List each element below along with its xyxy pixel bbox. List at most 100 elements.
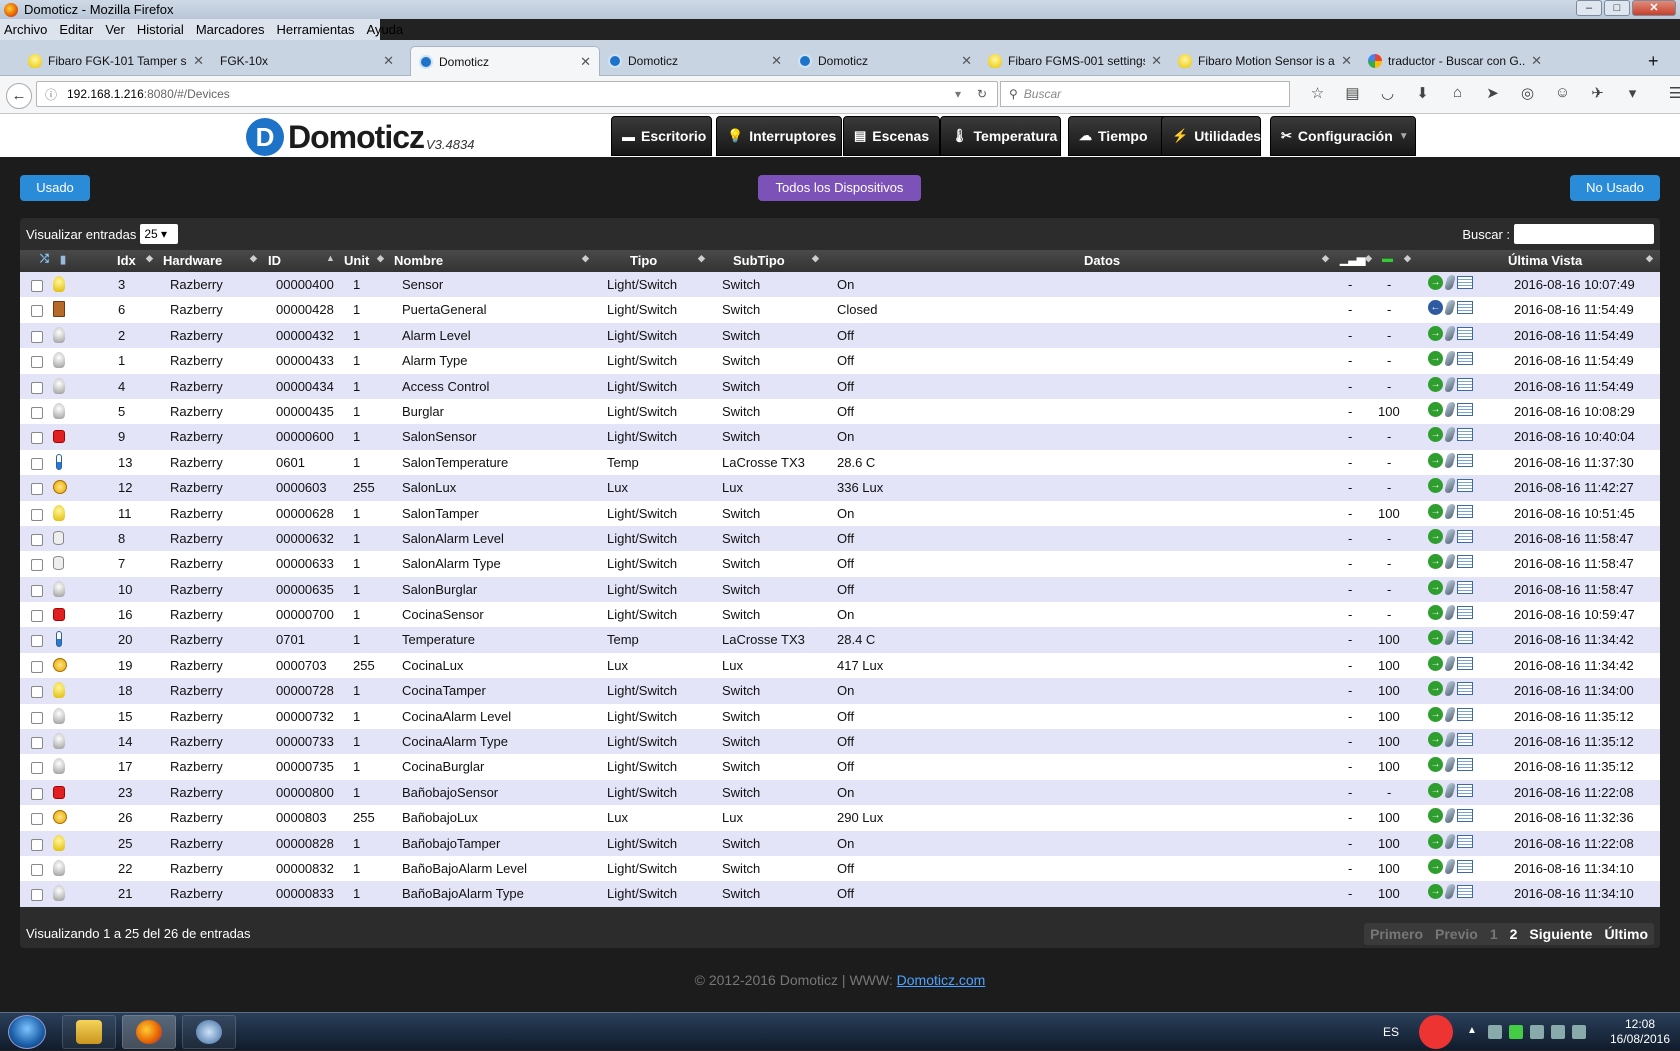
sort-icon[interactable]: ◆ [377,253,384,264]
add-device-icon[interactable]: → [1428,681,1443,697]
edit-pencil-icon[interactable] [1443,681,1457,697]
menu-item[interactable]: Marcadores [196,22,265,37]
browser-tab[interactable]: Domoticz ✕ [790,46,980,76]
add-device-icon[interactable]: → [1428,732,1443,748]
add-device-icon[interactable]: → [1428,579,1443,595]
log-icon[interactable] [1457,580,1473,594]
browser-tab[interactable]: Fibaro FGK-101 Tamper s... ✕ [20,46,212,76]
sort-icon[interactable]: ◆ [1646,253,1653,264]
row-checkbox[interactable] [31,787,43,800]
sort-icon[interactable]: ◆ [1322,253,1329,264]
pocket-icon[interactable]: ◡ [1370,84,1405,102]
add-device-icon[interactable]: → [1428,325,1443,341]
browser-tab[interactable]: traductor - Buscar con G... ✕ [1360,46,1550,76]
row-checkbox[interactable] [31,457,43,470]
log-icon[interactable] [1457,682,1473,696]
used-button[interactable]: Usado [20,175,90,201]
log-icon[interactable] [1457,656,1473,670]
edit-pencil-icon[interactable] [1443,401,1457,417]
edit-pencil-icon[interactable] [1443,884,1457,900]
col-idx[interactable]: Idx [117,253,136,268]
url-bar[interactable]: ⓘ 192.168.1.216:8080/#/Devices ▾ ↻ [36,81,998,107]
table-row[interactable]: 11 Razberry 00000628 1 SalonTamper Light/Swit… [20,500,1660,526]
browser-tab[interactable]: Domoticz ✕ [600,46,790,76]
row-checkbox[interactable] [31,711,43,724]
add-device-icon[interactable]: → [1428,808,1443,824]
taskbar-app[interactable] [182,1015,236,1049]
row-checkbox[interactable] [31,432,43,445]
log-icon[interactable] [1457,276,1473,289]
extension-icon[interactable]: ✈ [1580,84,1615,102]
col-unit[interactable]: Unit [344,253,369,268]
table-row[interactable]: 13 Razberry 0601 1 SalonTemperature Temp LaCro… [20,449,1660,476]
sort-icon[interactable]: ◆ [250,253,257,264]
close-tab-icon[interactable]: ✕ [1531,53,1542,69]
browser-tab[interactable]: Fibaro FGMS-001 settings... ✕ [980,46,1170,76]
add-device-icon[interactable]: → [1428,401,1443,417]
log-icon[interactable] [1457,834,1473,848]
maximize-button[interactable]: □ [1604,0,1630,16]
close-tab-icon[interactable]: ✕ [1341,53,1352,69]
table-row[interactable]: 16 Razberry 00000700 1 CocinaSensor Light/Swi… [20,602,1660,628]
log-icon[interactable] [1457,326,1473,340]
menu-item[interactable]: Ayuda [366,22,403,37]
table-row[interactable]: 5 Razberry 00000435 1 Burglar Light/Switch Swi… [20,398,1660,425]
nav-bulb[interactable]: 💡 Interruptores [716,116,842,156]
row-checkbox[interactable] [31,762,43,775]
windows-flag-icon[interactable] [1488,1025,1502,1039]
table-row[interactable]: 4 Razberry 00000434 1 Access Control Light/Sw… [20,373,1660,399]
row-checkbox[interactable] [31,356,43,369]
table-row[interactable]: 15 Razberry 00000732 1 CocinaAlarm Level Ligh… [20,703,1660,730]
browser-tab[interactable]: Domoticz ✕ [410,46,600,76]
edit-pencil-icon[interactable] [1443,782,1457,798]
clock[interactable]: 12:08 16/08/2016 [1600,1017,1680,1047]
add-device-icon[interactable]: → [1428,554,1443,570]
nav-tools[interactable]: ✂ Configuración ▼ [1270,116,1416,156]
table-row[interactable]: 2 Razberry 00000432 1 Alarm Level Light/Switc… [20,322,1660,349]
add-device-icon[interactable]: → [1428,782,1443,798]
table-row[interactable]: 7 Razberry 00000633 1 SalonAlarm Type Light/S… [20,551,1660,577]
add-device-icon[interactable]: → [1428,427,1443,443]
tray-chevron-icon[interactable]: ▲ [1467,1025,1481,1039]
close-tab-icon[interactable]: ✕ [383,53,394,69]
sort-icon[interactable]: ◆ [812,253,819,264]
volume-icon[interactable] [1572,1025,1586,1039]
table-row[interactable]: 20 Razberry 0701 1 Temperature Temp LaCrosse T… [20,627,1660,653]
log-icon[interactable] [1457,479,1473,493]
add-device-icon[interactable]: → [1428,757,1443,773]
nav-scenes[interactable]: ▤ Escenas [843,116,940,156]
light-header-icon[interactable]: ▮ [60,253,66,266]
hamburger-menu-icon[interactable]: ☰ [1658,84,1680,102]
table-row[interactable]: 25 Razberry 00000828 1 BañobajoTamper Light/S… [20,830,1660,856]
add-device-icon[interactable]: → [1428,376,1443,392]
row-checkbox[interactable] [31,813,43,826]
overflow-chevron-icon[interactable]: ▾ [1615,84,1650,102]
add-device-icon[interactable]: → [1428,630,1443,646]
edit-pencil-icon[interactable] [1443,858,1457,874]
table-row[interactable]: 18 Razberry 00000728 1 CocinaTamper Light/Swi… [20,678,1660,704]
add-device-icon[interactable]: → [1428,503,1443,519]
row-checkbox[interactable] [31,559,43,572]
sort-icon[interactable]: ◆ [1404,253,1411,264]
start-button[interactable] [8,1015,46,1049]
menu-item[interactable]: Herramientas [276,22,354,37]
log-icon[interactable] [1457,453,1473,467]
edit-pencil-icon[interactable] [1443,427,1457,443]
log-icon[interactable] [1457,859,1473,873]
all-devices-button[interactable]: Todos los Dispositivos [758,175,921,201]
add-device-icon[interactable]: → [1428,655,1443,671]
reload-icon[interactable]: ↻ [977,87,987,101]
row-checkbox[interactable] [31,610,43,623]
table-row[interactable]: 19 Razberry 0000703 255 CocinaLux Lux Lux 417 L… [20,652,1660,679]
edit-pencil-icon[interactable] [1443,630,1457,646]
menu-item[interactable]: Ver [105,22,125,37]
minimize-button[interactable]: ‒ [1576,0,1602,16]
log-icon[interactable] [1457,733,1473,747]
domoticz-logo[interactable]: D Domoticz V3.4834 [246,118,474,156]
nav-desktop[interactable]: ▬ Escritorio [611,116,712,156]
add-device-icon[interactable]: → [1428,478,1443,494]
log-icon[interactable] [1457,377,1473,391]
close-tab-icon[interactable]: ✕ [771,53,782,69]
row-checkbox[interactable] [31,280,43,292]
edit-pencil-icon[interactable] [1443,706,1457,722]
